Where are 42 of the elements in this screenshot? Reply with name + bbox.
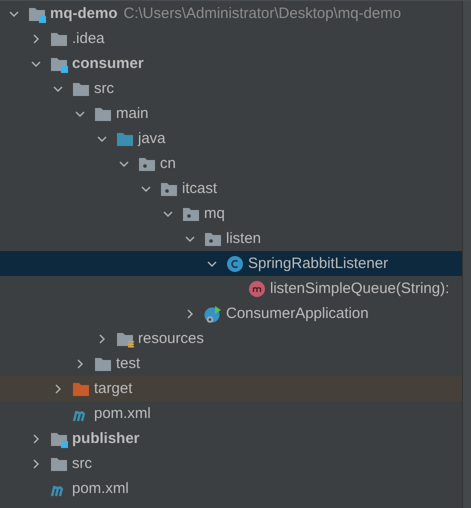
tree-row[interactable]: target — [0, 376, 462, 401]
tree-row[interactable]: pom.xml — [0, 476, 462, 501]
tree-row[interactable]: test — [0, 351, 462, 376]
tree-row[interactable]: SpringRabbitListener — [0, 251, 462, 276]
chevron-icon[interactable] — [141, 184, 151, 194]
tree-row[interactable]: consumer — [0, 51, 462, 76]
tree-row[interactable]: ConsumerApplication — [0, 301, 462, 326]
chevron-icon[interactable] — [207, 258, 217, 268]
chevron-icon[interactable] — [31, 34, 41, 44]
tree-row[interactable]: itcast — [0, 176, 462, 201]
chevron-icon[interactable] — [119, 158, 129, 168]
chevron-icon[interactable] — [53, 84, 63, 94]
tree-row[interactable]: publisher — [0, 426, 462, 451]
chevron-icon[interactable] — [53, 384, 63, 394]
tree-row[interactable]: main — [0, 101, 462, 126]
chevron-icon[interactable] — [31, 58, 41, 68]
chevron-icon[interactable] — [163, 208, 173, 218]
tree-row[interactable]: listenSimpleQueue(String): — [0, 276, 462, 301]
chevron-icon[interactable] — [31, 434, 41, 444]
tree-row[interactable]: src — [0, 451, 462, 476]
tree-row[interactable]: listen — [0, 226, 462, 251]
chevron-icon[interactable] — [9, 8, 19, 18]
tree-row[interactable]: resources — [0, 326, 462, 351]
tree-row[interactable]: .idea — [0, 26, 462, 51]
chevron-icon[interactable] — [185, 308, 195, 318]
chevron-icon[interactable] — [75, 108, 85, 118]
chevron-icon[interactable] — [185, 234, 195, 244]
chevron-icon[interactable] — [31, 458, 41, 468]
tree-row[interactable]: java — [0, 126, 462, 151]
chevron-icon[interactable] — [75, 358, 85, 368]
path-label: C:\Users\Administrator\Desktop\mq-demo — [124, 5, 402, 22]
tree-row[interactable]: src — [0, 76, 462, 101]
class-icon — [226, 254, 244, 272]
tree-row[interactable]: cn — [0, 151, 462, 176]
tree-row[interactable]: mq — [0, 201, 462, 226]
scrollbar[interactable] — [462, 1, 471, 508]
tree-row[interactable]: mq-demo C:\Users\Administrator\Desktop\mq-demo — [0, 1, 462, 26]
spring-class-icon — [204, 304, 222, 322]
tree-row[interactable]: pom.xml — [0, 401, 462, 426]
chevron-icon[interactable] — [97, 334, 107, 344]
chevron-icon[interactable] — [97, 134, 107, 144]
method-icon — [248, 280, 266, 298]
